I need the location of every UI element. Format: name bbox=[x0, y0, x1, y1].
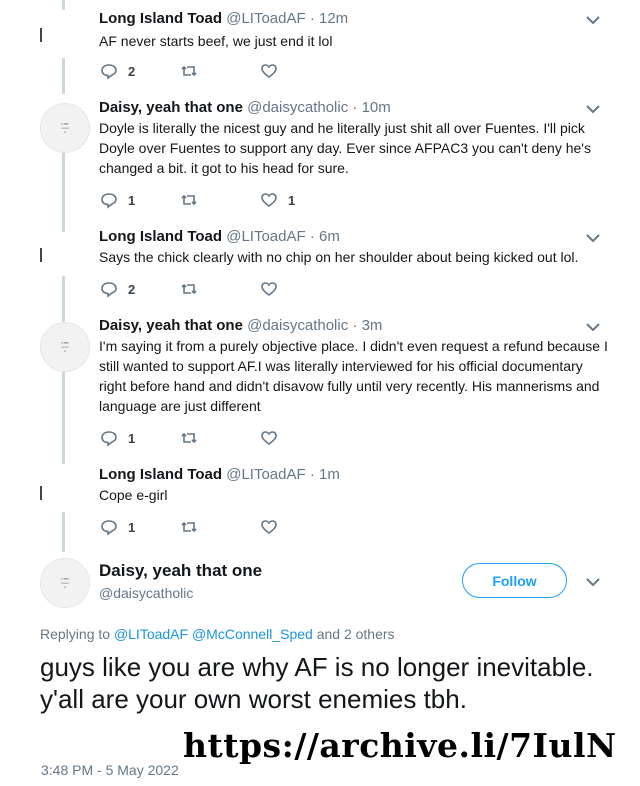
reply-icon bbox=[101, 520, 117, 536]
author-name[interactable]: Daisy, yeah that one bbox=[99, 561, 262, 581]
retweet-button[interactable] bbox=[180, 428, 208, 448]
avatar-edge bbox=[40, 248, 42, 262]
avatar-image: ▪ ▪▪▪▪ ▪▪▪▪▪▪▪ ▪▪ bbox=[61, 341, 69, 353]
reply-count: 1 bbox=[128, 519, 136, 535]
reply-button[interactable]: 1 bbox=[100, 517, 135, 537]
separator-dot: · bbox=[309, 228, 315, 245]
reply-count: 1 bbox=[128, 430, 136, 446]
reply-icon bbox=[101, 193, 117, 209]
like-button[interactable]: 1 bbox=[260, 190, 295, 210]
author-handle[interactable]: @daisycatholic bbox=[99, 585, 193, 601]
author-handle[interactable]: @daisycatholic bbox=[247, 99, 348, 116]
retweet-button[interactable] bbox=[180, 190, 208, 210]
like-count: 1 bbox=[288, 192, 296, 208]
tweet-text: Says the chick clearly with no chip on h… bbox=[99, 249, 579, 265]
separator-dot: · bbox=[309, 466, 315, 483]
mention-link[interactable]: @McConnell_Sped bbox=[192, 626, 313, 642]
reply-count: 1 bbox=[128, 192, 136, 208]
tweet-timestamp[interactable]: 3:48 PM - 5 May 2022 bbox=[41, 762, 179, 778]
thread-rail bbox=[62, 512, 65, 552]
avatar-edge bbox=[40, 486, 42, 500]
retweet-icon bbox=[181, 432, 197, 444]
tweet-header: Long Island Toad @LIToadAF · 6m bbox=[99, 228, 340, 246]
tweet-text: I'm saying it from a purely objective pl… bbox=[99, 338, 608, 414]
separator-dot: · bbox=[352, 317, 358, 334]
author-name[interactable]: Daisy, yeah that one bbox=[99, 317, 243, 334]
reply-button[interactable]: 2 bbox=[100, 61, 135, 81]
like-icon bbox=[261, 193, 277, 208]
like-icon bbox=[261, 431, 277, 446]
reply-button[interactable]: 2 bbox=[100, 279, 135, 299]
tweet-header: Daisy, yeah that one @daisycatholic · 3m bbox=[99, 317, 382, 335]
avatar[interactable]: ▪ ▪▪▪▪ ▪▪▪▪▪▪▪ ▪▪ bbox=[40, 103, 90, 153]
tweet-text: Doyle is literally the nicest guy and he… bbox=[99, 120, 591, 176]
avatar-edge bbox=[40, 28, 42, 42]
chevron-down-icon[interactable] bbox=[585, 321, 601, 333]
thread-rail bbox=[62, 152, 65, 232]
retweet-button[interactable] bbox=[180, 517, 208, 537]
like-button[interactable] bbox=[260, 61, 288, 81]
retweet-icon bbox=[181, 194, 197, 206]
tweet-time[interactable]: 6m bbox=[319, 228, 340, 245]
avatar[interactable]: ▪ ▪▪▪▪ ▪▪▪▪▪▪▪ ▪▪ bbox=[40, 558, 90, 608]
tweet-header: Daisy, yeah that one @daisycatholic · 10… bbox=[99, 99, 391, 117]
avatar-image: ▪ ▪▪▪▪ ▪▪▪▪▪▪▪ ▪▪ bbox=[61, 122, 69, 134]
reply-button[interactable]: 1 bbox=[100, 428, 135, 448]
retweet-icon bbox=[181, 521, 197, 533]
thread-rail bbox=[62, 370, 65, 464]
mention-link[interactable]: @LIToadAF bbox=[114, 626, 188, 642]
like-icon bbox=[261, 64, 277, 79]
author-handle[interactable]: @LIToadAF bbox=[226, 10, 305, 27]
thread-rail bbox=[62, 58, 65, 94]
author-name[interactable]: Daisy, yeah that one bbox=[99, 99, 243, 116]
follow-button[interactable]: Follow bbox=[462, 563, 567, 598]
tweet-text: Cope e-girl bbox=[99, 487, 168, 503]
author-handle[interactable]: @LIToadAF bbox=[226, 466, 305, 483]
replying-prefix: Replying to bbox=[40, 626, 111, 642]
reply-button[interactable]: 1 bbox=[100, 190, 135, 210]
reply-icon bbox=[101, 431, 117, 447]
retweet-icon bbox=[181, 283, 197, 295]
thread-rail bbox=[62, 0, 65, 10]
tweet-text: AF never starts beef, we just end it lol bbox=[99, 33, 333, 49]
tweet-header: Long Island Toad @LIToadAF · 1m bbox=[99, 466, 340, 484]
archive-watermark: https://archive.li/7IulN bbox=[183, 726, 617, 765]
like-button[interactable] bbox=[260, 428, 288, 448]
like-button[interactable] bbox=[260, 517, 288, 537]
avatar[interactable]: ▪ ▪▪▪▪ ▪▪▪▪▪▪▪ ▪▪ bbox=[40, 322, 90, 372]
reply-count: 2 bbox=[128, 281, 136, 297]
reply-count: 2 bbox=[128, 63, 136, 79]
author-name[interactable]: Long Island Toad bbox=[99, 10, 222, 27]
like-icon bbox=[261, 520, 277, 535]
chevron-down-icon[interactable] bbox=[585, 14, 601, 26]
chevron-down-icon[interactable] bbox=[585, 232, 601, 244]
replying-to: Replying to @LIToadAF @McConnell_Sped an… bbox=[40, 626, 395, 642]
chevron-down-icon[interactable] bbox=[585, 576, 601, 588]
reply-icon bbox=[101, 282, 117, 298]
tweet-time[interactable]: 3m bbox=[362, 317, 383, 334]
like-icon bbox=[261, 282, 277, 297]
thread-rail bbox=[62, 276, 65, 322]
tweet-time[interactable]: 1m bbox=[319, 466, 340, 483]
main-tweet-text: guys like you are why AF is no longer in… bbox=[40, 652, 594, 714]
tweet-time[interactable]: 10m bbox=[362, 99, 391, 116]
author-name[interactable]: Long Island Toad bbox=[99, 228, 222, 245]
replying-suffix[interactable]: and 2 others bbox=[317, 626, 395, 642]
reply-icon bbox=[101, 64, 117, 80]
author-handle[interactable]: @LIToadAF bbox=[226, 228, 305, 245]
chevron-down-icon[interactable] bbox=[585, 103, 601, 115]
tweet-header: Long Island Toad @LIToadAF · 12m bbox=[99, 10, 348, 28]
like-button[interactable] bbox=[260, 279, 288, 299]
avatar-image: ▪ ▪▪▪▪ ▪▪▪▪▪▪▪ ▪▪ bbox=[61, 577, 69, 589]
retweet-button[interactable] bbox=[180, 279, 208, 299]
separator-dot: · bbox=[352, 99, 358, 116]
retweet-button[interactable] bbox=[180, 61, 208, 81]
retweet-icon bbox=[181, 65, 197, 77]
separator-dot: · bbox=[309, 10, 315, 27]
author-handle[interactable]: @daisycatholic bbox=[247, 317, 348, 334]
author-name[interactable]: Long Island Toad bbox=[99, 466, 222, 483]
tweet-time[interactable]: 12m bbox=[319, 10, 348, 27]
